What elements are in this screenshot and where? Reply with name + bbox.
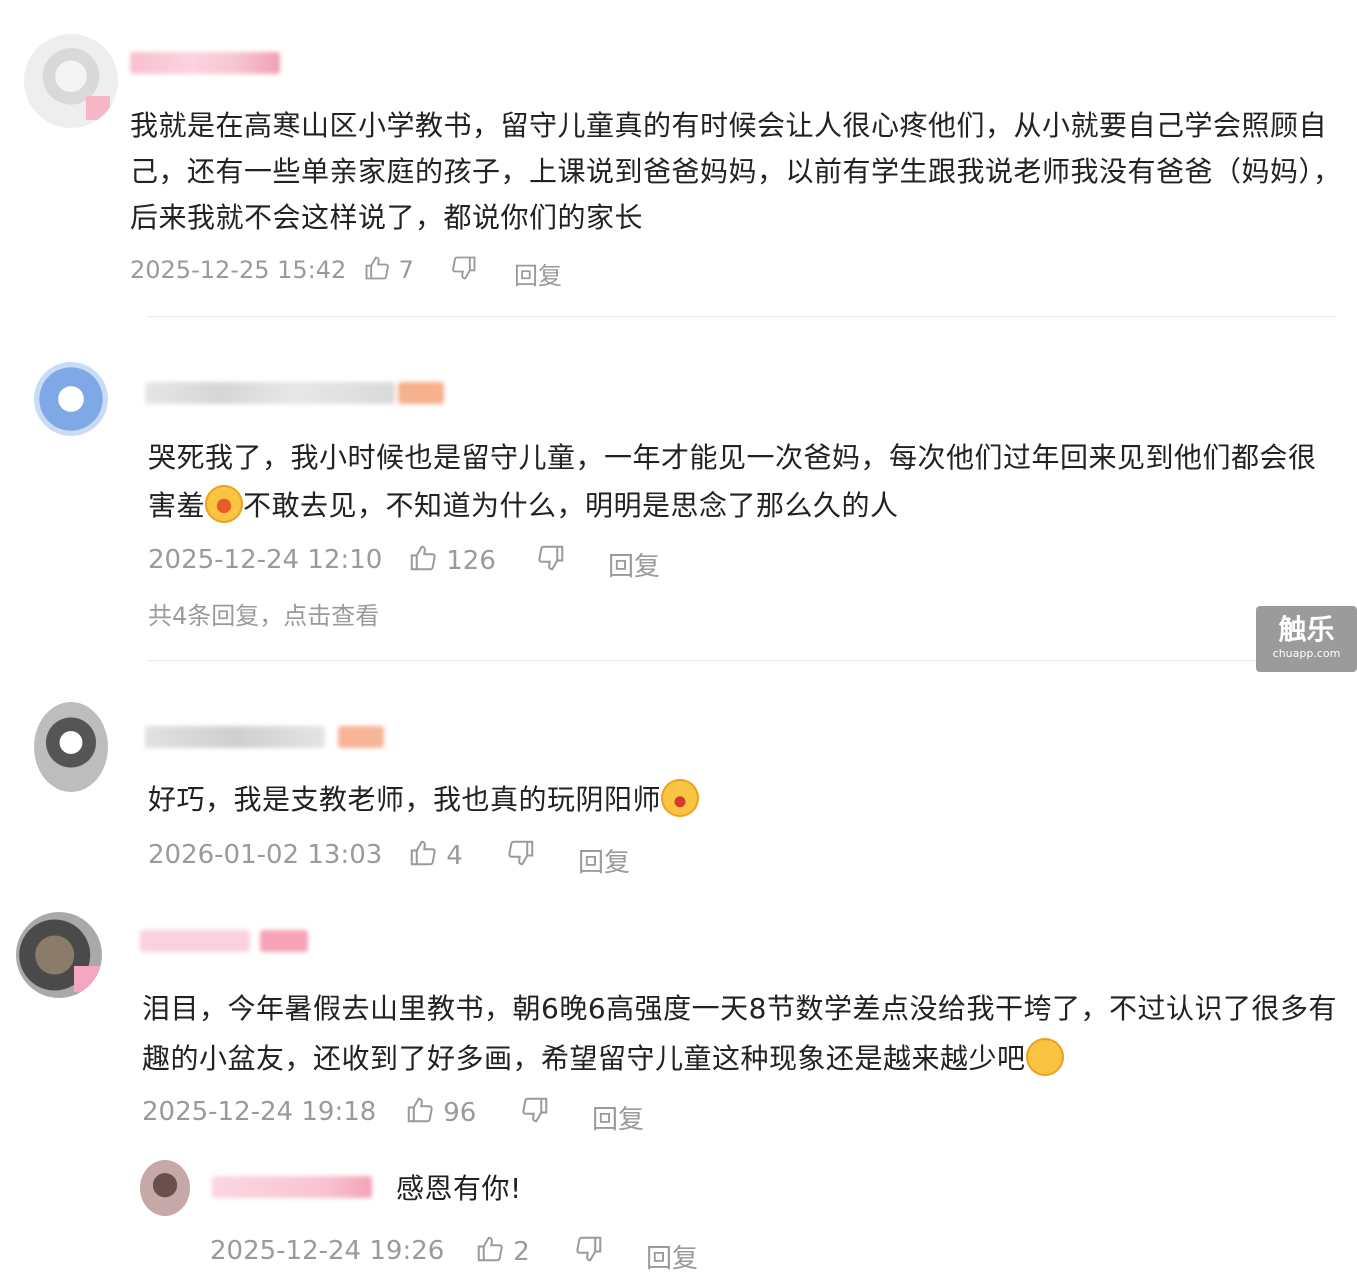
- reply-button[interactable]: 回复: [608, 546, 660, 583]
- avatar[interactable]: [24, 34, 118, 128]
- thumbs-up-icon: [475, 1234, 505, 1271]
- like-button[interactable]: 2: [475, 1234, 530, 1271]
- view-replies-link[interactable]: 共4条回复，点击查看: [148, 596, 379, 631]
- username-blurred[interactable]: [212, 1176, 372, 1198]
- user-badge-blurred: [260, 930, 308, 952]
- dislike-button[interactable]: [450, 254, 478, 288]
- thumbs-up-icon: [408, 838, 438, 875]
- comment-text: 泪目，今年暑假去山里教书，朝6晚6高强度一天8节数学差点没给我干垮了，不过认识了…: [142, 992, 1337, 1076]
- thumbs-down-icon: [574, 1234, 604, 1270]
- comment-text: 我就是在高寒山区小学教书，留守儿童真的有时候会让人很心疼他们，从小就要自己学会照…: [130, 109, 1342, 234]
- user-badge-blurred: [398, 382, 444, 404]
- username-blurred[interactable]: [130, 52, 280, 74]
- avatar[interactable]: [16, 912, 102, 998]
- comment-text: 好巧，我是支教老师，我也真的玩阴阳师: [148, 777, 1048, 823]
- like-button[interactable]: 96: [405, 1095, 476, 1132]
- comment-meta: 2026-01-02 13:03: [148, 840, 382, 870]
- reply-text: 感恩有你!: [396, 1172, 522, 1205]
- thumbs-up-icon: [363, 254, 391, 288]
- divider: [148, 660, 1336, 661]
- timestamp: 2026-01-02 13:03: [148, 840, 383, 870]
- like-button[interactable]: 126: [408, 543, 496, 580]
- reply-button[interactable]: 回复: [578, 842, 630, 879]
- like-count: 4: [446, 841, 463, 871]
- reply-button[interactable]: 回复: [592, 1099, 644, 1136]
- like-count: 126: [446, 546, 496, 576]
- shocked-face-emoji: [661, 779, 700, 817]
- comment-meta: 2025-12-24 19:26: [210, 1236, 444, 1266]
- thumbs-down-icon: [536, 543, 566, 579]
- username-blurred[interactable]: [140, 930, 250, 952]
- comment-meta: 2025-12-24 12:10: [148, 545, 382, 575]
- comment-meta: 2025-12-25 15:42: [130, 256, 346, 284]
- like-count: 2: [513, 1237, 530, 1267]
- avatar[interactable]: [140, 1160, 190, 1216]
- dislike-button[interactable]: [536, 543, 566, 579]
- dislike-button[interactable]: [506, 838, 536, 874]
- timestamp: 2025-12-24 19:18: [142, 1097, 377, 1127]
- reply-button[interactable]: 回复: [646, 1238, 698, 1275]
- thumbs-up-icon: [408, 543, 438, 580]
- username-blurred[interactable]: [145, 726, 325, 748]
- timestamp: 2025-12-24 12:10: [148, 545, 383, 575]
- user-badge-blurred: [338, 726, 384, 748]
- divider: [148, 316, 1336, 317]
- thumbs-up-icon: [405, 1095, 435, 1132]
- dislike-button[interactable]: [520, 1095, 550, 1131]
- avatar[interactable]: [34, 702, 108, 792]
- reply-button[interactable]: 回复: [514, 256, 562, 291]
- timestamp: 2025-12-25 15:42: [130, 256, 347, 284]
- thumbs-down-icon: [450, 254, 478, 288]
- like-count: 7: [398, 256, 414, 284]
- like-button[interactable]: 4: [408, 838, 463, 875]
- thumbs-down-icon: [506, 838, 536, 874]
- username-blurred[interactable]: [145, 382, 395, 404]
- thumbs-down-icon: [520, 1095, 550, 1131]
- like-button[interactable]: 7: [363, 254, 414, 288]
- dislike-button[interactable]: [574, 1234, 604, 1270]
- comment-meta: 2025-12-24 19:18: [142, 1097, 376, 1127]
- timestamp: 2025-12-24 19:26: [210, 1236, 445, 1266]
- comment-text: 哭死我了，我小时候也是留守儿童，一年才能见一次爸妈，每次他们过年回来见到他们都会…: [148, 441, 1317, 523]
- watermark-logo: 触乐 chuapp.com: [1256, 606, 1357, 672]
- avatar[interactable]: [34, 362, 108, 436]
- like-count: 96: [443, 1098, 477, 1128]
- crying-face-emoji: [205, 485, 244, 523]
- sobbing-face-emoji: [1025, 1038, 1064, 1076]
